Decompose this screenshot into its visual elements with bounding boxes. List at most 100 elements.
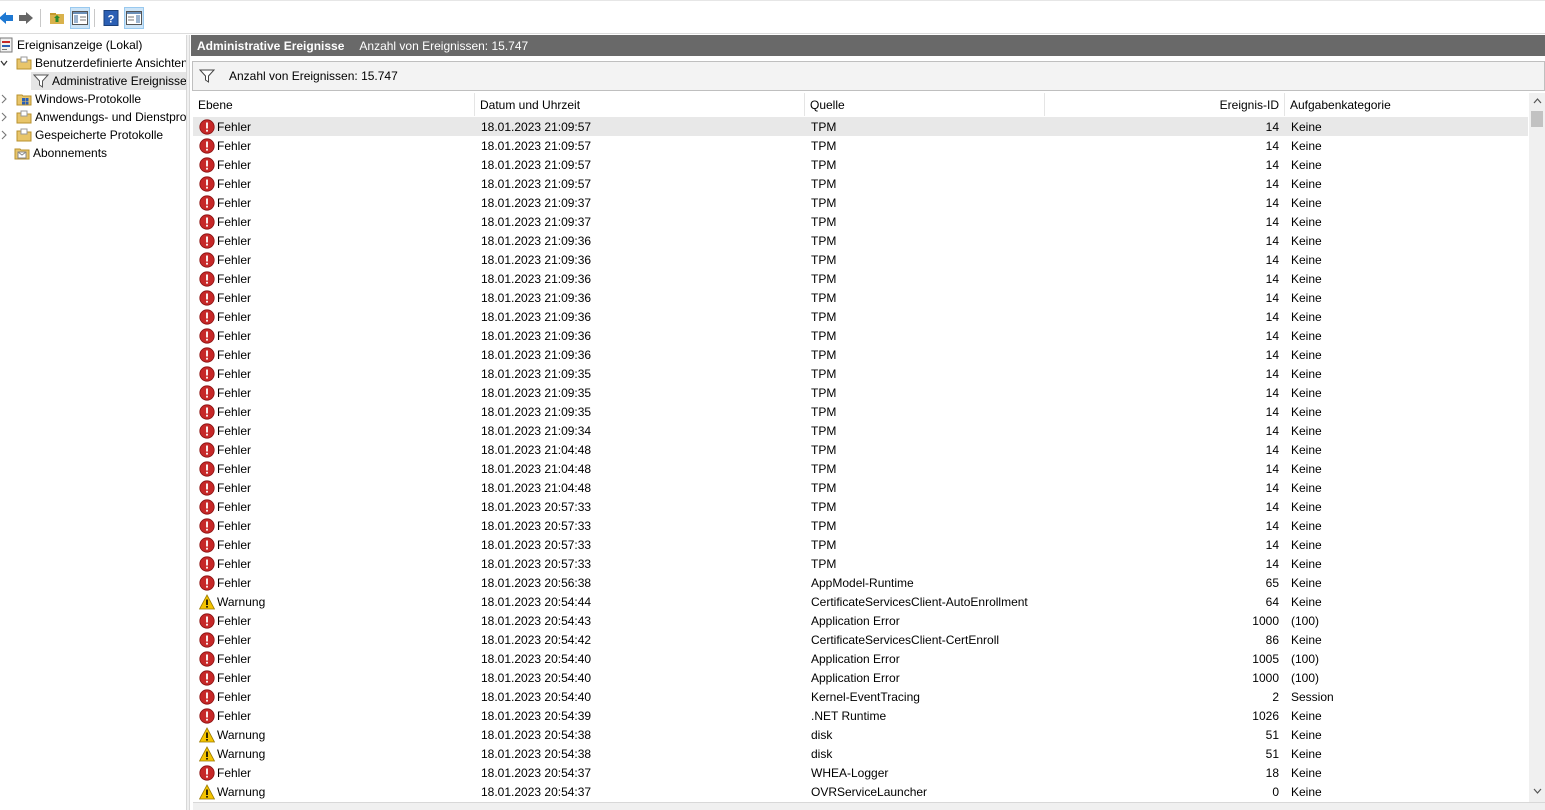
error-icon bbox=[199, 669, 215, 686]
cell-source: TPM bbox=[811, 138, 837, 153]
cell-date: 18.01.2023 21:09:36 bbox=[481, 233, 592, 248]
table-row[interactable]: Fehler 18.01.2023 21:09:35 TPM 14 Keine bbox=[193, 402, 1528, 421]
cell-event-id: 14 bbox=[1265, 138, 1279, 153]
tree-item-applications-services-logs[interactable]: Anwendungs- und Dienstprotokolle bbox=[0, 108, 186, 126]
table-row[interactable]: Fehler 18.01.2023 20:54:40 Application Err… bbox=[193, 668, 1528, 687]
table-row[interactable]: Fehler 18.01.2023 21:09:57 TPM 14 Keine bbox=[193, 174, 1528, 193]
svg-text:?: ? bbox=[108, 14, 115, 26]
table-row[interactable]: Fehler 18.01.2023 21:09:34 TPM 14 Keine bbox=[193, 421, 1528, 440]
table-row[interactable]: Fehler 18.01.2023 21:09:57 TPM 14 Keine bbox=[193, 136, 1528, 155]
cell-level: Fehler bbox=[199, 402, 469, 421]
table-row[interactable]: Fehler 18.01.2023 21:09:35 TPM 14 Keine bbox=[193, 364, 1528, 383]
back-arrow-icon[interactable] bbox=[0, 7, 16, 29]
table-row[interactable]: Fehler 18.01.2023 21:04:48 TPM 14 Keine bbox=[193, 459, 1528, 478]
scroll-down-icon[interactable] bbox=[1529, 783, 1545, 799]
vertical-scrollbar[interactable] bbox=[1529, 93, 1545, 802]
tree-item-subscriptions[interactable]: Abonnements bbox=[0, 144, 186, 162]
up-folder-icon[interactable] bbox=[47, 7, 67, 29]
cell-date: 18.01.2023 21:09:35 bbox=[481, 366, 592, 381]
column-header-event-id[interactable]: Ereignis-ID bbox=[1045, 93, 1285, 116]
table-row[interactable]: Fehler 18.01.2023 21:09:36 TPM 14 Keine bbox=[193, 269, 1528, 288]
cell-date: 18.01.2023 20:54:40 bbox=[481, 651, 592, 666]
level-label: Fehler bbox=[217, 670, 252, 685]
error-icon bbox=[199, 574, 215, 591]
column-header-label: Aufgabenkategorie bbox=[1290, 97, 1391, 112]
table-row[interactable]: Fehler 18.01.2023 20:54:40 Kernel-EventTra… bbox=[193, 687, 1528, 706]
tree-item-windows-logs[interactable]: Windows-Protokolle bbox=[0, 90, 186, 108]
column-header-source[interactable]: Quelle bbox=[805, 93, 1045, 116]
cell-event-id: 14 bbox=[1265, 347, 1279, 362]
table-row[interactable]: Warnung 18.01.2023 20:54:37 OVRServiceLaun… bbox=[193, 782, 1528, 801]
table-row[interactable]: Fehler 18.01.2023 21:09:36 TPM 14 Keine bbox=[193, 345, 1528, 364]
chevron-down-icon[interactable] bbox=[0, 58, 8, 68]
cell-date: 18.01.2023 21:04:48 bbox=[481, 442, 592, 457]
cell-event-id: 2 bbox=[1272, 689, 1279, 704]
warning-icon bbox=[199, 593, 216, 610]
table-row[interactable]: Fehler 18.01.2023 20:54:40 Application Err… bbox=[193, 649, 1528, 668]
horizontal-scrollbar[interactable] bbox=[193, 802, 1545, 810]
forward-arrow-icon[interactable] bbox=[16, 7, 36, 29]
table-row[interactable]: Warnung 18.01.2023 20:54:44 CertificateSer… bbox=[193, 592, 1528, 611]
column-header-date[interactable]: Datum und Uhrzeit bbox=[475, 93, 805, 116]
table-row[interactable]: Fehler 18.01.2023 21:09:57 TPM 14 Keine bbox=[193, 117, 1528, 136]
tree-item-saved-logs[interactable]: Gespeicherte Protokolle bbox=[0, 126, 186, 144]
table-row[interactable]: Fehler 18.01.2023 21:09:37 TPM 14 Keine bbox=[193, 212, 1528, 231]
table-row[interactable]: Fehler 18.01.2023 20:54:37 WHEA-Logger 18 Ke… bbox=[193, 763, 1528, 782]
error-icon bbox=[199, 536, 215, 553]
table-row[interactable]: Fehler 18.01.2023 21:09:36 TPM 14 Keine bbox=[193, 250, 1528, 269]
tree-item-label: Windows-Protokolle bbox=[35, 92, 142, 106]
level-label: Fehler bbox=[217, 765, 252, 780]
table-row[interactable]: Fehler 18.01.2023 21:09:37 TPM 14 Keine bbox=[193, 193, 1528, 212]
table-row[interactable]: Fehler 18.01.2023 20:57:33 TPM 14 Keine bbox=[193, 535, 1528, 554]
scroll-up-icon[interactable] bbox=[1529, 93, 1545, 109]
tree-item-custom-views[interactable]: Benutzerdefinierte Ansichten bbox=[0, 54, 186, 72]
table-row[interactable]: Fehler 18.01.2023 20:54:42 CertificateServ… bbox=[193, 630, 1528, 649]
tree-item-event-viewer-local[interactable]: Ereignisanzeige (Lokal) bbox=[0, 36, 186, 54]
cell-event-id: 14 bbox=[1265, 366, 1279, 381]
cell-date: 18.01.2023 21:09:36 bbox=[481, 290, 592, 305]
table-row[interactable]: Fehler 18.01.2023 20:54:39 .NET Runtime 102… bbox=[193, 706, 1528, 725]
table-row[interactable]: Fehler 18.01.2023 20:56:38 AppModel-Runtim… bbox=[193, 573, 1528, 592]
cell-date: 18.01.2023 20:56:38 bbox=[481, 575, 592, 590]
error-icon bbox=[199, 384, 215, 401]
chevron-right-icon[interactable] bbox=[0, 112, 8, 122]
cell-task-category: Keine bbox=[1291, 442, 1322, 457]
table-row[interactable]: Warnung 18.01.2023 20:54:38 disk 51 Keine bbox=[193, 725, 1528, 744]
table-row[interactable]: Fehler 18.01.2023 21:04:48 TPM 14 Keine bbox=[193, 478, 1528, 497]
cell-level: Fehler bbox=[199, 535, 469, 554]
table-row[interactable]: Fehler 18.01.2023 21:09:36 TPM 14 Keine bbox=[193, 288, 1528, 307]
cell-task-category: Keine bbox=[1291, 461, 1322, 476]
help-icon[interactable]: ? bbox=[101, 7, 121, 29]
level-label: Fehler bbox=[217, 176, 252, 191]
cell-source: TPM bbox=[811, 404, 837, 419]
table-row[interactable]: Fehler 18.01.2023 21:09:35 TPM 14 Keine bbox=[193, 383, 1528, 402]
level-label: Fehler bbox=[217, 252, 252, 267]
table-row[interactable]: Fehler 18.01.2023 21:09:36 TPM 14 Keine bbox=[193, 231, 1528, 250]
table-row[interactable]: Fehler 18.01.2023 21:09:36 TPM 14 Keine bbox=[193, 307, 1528, 326]
cell-date: 18.01.2023 21:09:57 bbox=[481, 157, 592, 172]
error-icon bbox=[199, 156, 215, 173]
pane-splitter[interactable] bbox=[186, 35, 190, 810]
column-header-level[interactable]: Ebene bbox=[193, 93, 475, 116]
show-hide-action-pane-icon[interactable] bbox=[124, 7, 144, 29]
table-row[interactable]: Warnung 18.01.2023 20:54:38 disk 51 Keine bbox=[193, 744, 1528, 763]
table-row[interactable]: Fehler 18.01.2023 21:09:36 TPM 14 Keine bbox=[193, 326, 1528, 345]
cell-source: TPM bbox=[811, 176, 837, 191]
table-row[interactable]: Fehler 18.01.2023 21:09:57 TPM 14 Keine bbox=[193, 155, 1528, 174]
cell-date: 18.01.2023 21:09:36 bbox=[481, 252, 592, 267]
error-icon bbox=[199, 118, 215, 135]
cell-date: 18.01.2023 21:09:57 bbox=[481, 138, 592, 153]
column-header-task-category[interactable]: Aufgabenkategorie bbox=[1285, 93, 1528, 116]
table-row[interactable]: Fehler 18.01.2023 20:57:33 TPM 14 Keine bbox=[193, 497, 1528, 516]
cell-event-id: 14 bbox=[1265, 176, 1279, 191]
cell-event-id: 1000 bbox=[1252, 670, 1279, 685]
scrollbar-thumb[interactable] bbox=[1531, 111, 1543, 127]
table-row[interactable]: Fehler 18.01.2023 21:04:48 TPM 14 Keine bbox=[193, 440, 1528, 459]
chevron-right-icon[interactable] bbox=[0, 130, 8, 140]
chevron-right-icon[interactable] bbox=[0, 94, 8, 104]
tree-item-administrative-events[interactable]: Administrative Ereignisse bbox=[31, 72, 186, 90]
table-row[interactable]: Fehler 18.01.2023 20:54:43 Application Err… bbox=[193, 611, 1528, 630]
show-hide-tree-icon[interactable] bbox=[70, 7, 90, 29]
table-row[interactable]: Fehler 18.01.2023 20:57:33 TPM 14 Keine bbox=[193, 516, 1528, 535]
table-row[interactable]: Fehler 18.01.2023 20:57:33 TPM 14 Keine bbox=[193, 554, 1528, 573]
